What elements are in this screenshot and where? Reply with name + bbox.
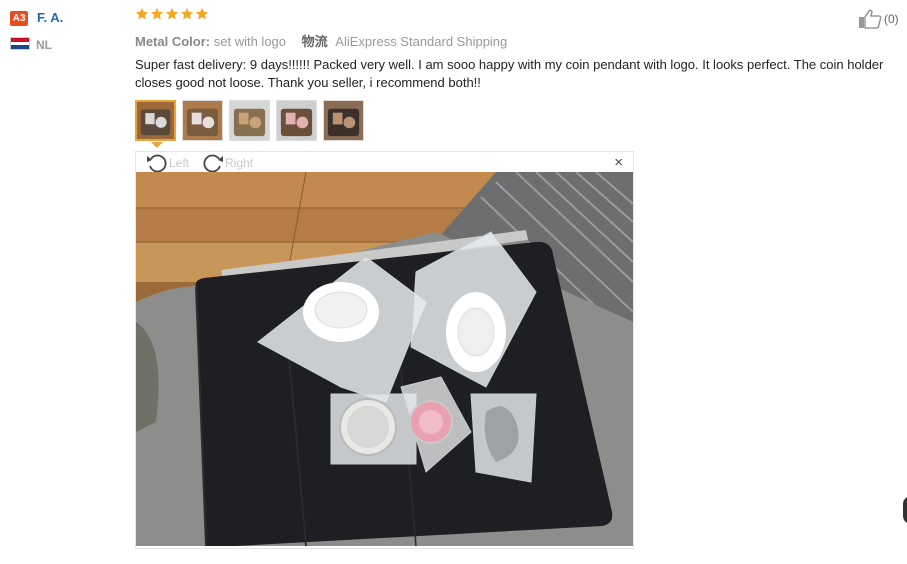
rotate-right-button[interactable]: Right [202, 153, 253, 173]
review-thumbnail[interactable] [135, 100, 176, 141]
shipping-icon: 物流 [301, 34, 328, 49]
star-icon [180, 7, 194, 20]
thumbnail-image [183, 101, 222, 140]
rotate-right-icon [203, 154, 223, 173]
meta-value: set with logo [213, 34, 287, 49]
user-name[interactable]: F. A. [37, 10, 63, 25]
review-meta: Metal Color: set with logo 物流 AliExpress… [135, 31, 507, 50]
netherlands-flag-icon [10, 37, 30, 50]
thumbnail-image [230, 101, 269, 140]
close-viewer-button[interactable]: × [614, 155, 623, 170]
user-country: NL [36, 38, 52, 52]
helpful-count: (0) [884, 12, 899, 26]
rotate-right-label: Right [225, 156, 254, 170]
review-photo[interactable] [136, 172, 633, 546]
shipping-method: AliExpress Standard Shipping [335, 34, 508, 49]
rating-stars [135, 7, 209, 21]
user-level-badge: A3 [10, 11, 28, 26]
rotate-left-button[interactable]: Left [146, 153, 189, 173]
review-thumbnail[interactable] [276, 100, 317, 141]
meta-key: Metal Color: [135, 34, 211, 49]
star-icon [165, 7, 179, 20]
thumbs-up-icon [859, 9, 882, 29]
thumbnail-image [324, 101, 363, 140]
rotate-left-label: Left [169, 156, 190, 170]
star-icon [135, 7, 149, 20]
rotate-left-icon [147, 154, 167, 173]
thumbnail-image [277, 101, 316, 140]
helpful-button[interactable]: (0) [858, 9, 899, 29]
review-thumbnail[interactable] [323, 100, 364, 141]
review-thumbnail[interactable] [182, 100, 223, 141]
thumbnail-image [137, 102, 174, 139]
star-icon [150, 7, 164, 20]
viewer-toolbar: Left Right × [136, 152, 633, 173]
image-viewer: Left Right × [135, 151, 634, 549]
review-text: Super fast delivery: 9 days!!!!!! Packed… [135, 57, 884, 90]
scroll-side-button[interactable] [903, 496, 907, 524]
star-icon [195, 7, 209, 20]
active-thumbnail-caret [151, 142, 163, 148]
review-thumbnails [135, 100, 364, 141]
review-thumbnail[interactable] [229, 100, 270, 141]
